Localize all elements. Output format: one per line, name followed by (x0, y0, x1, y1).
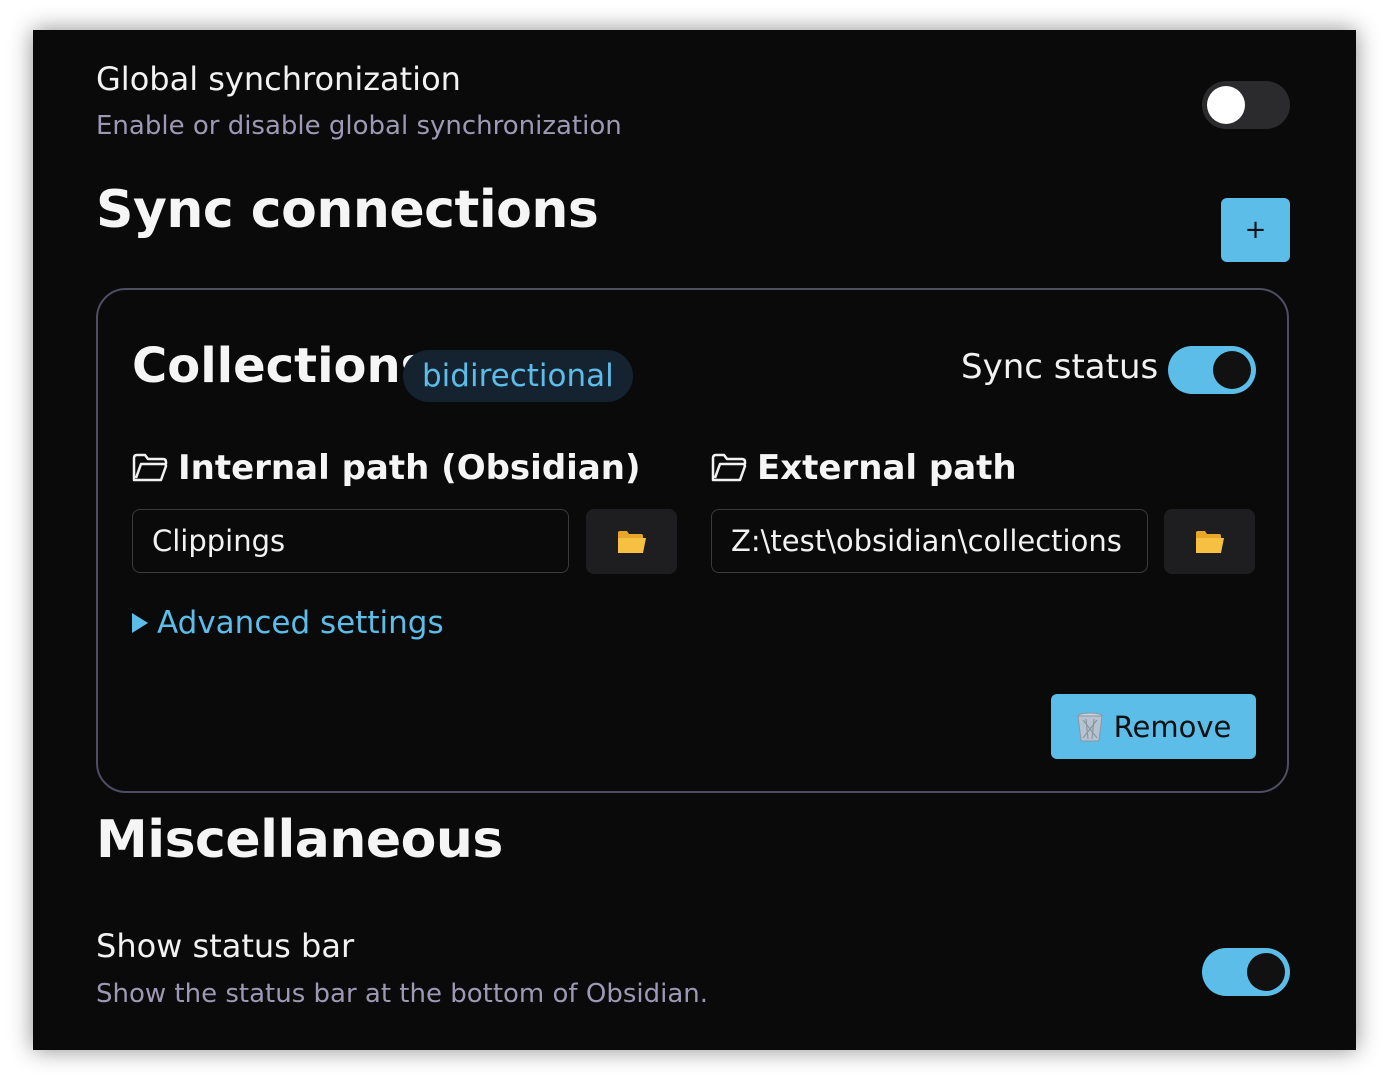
sync-status-label: Sync status (961, 347, 1159, 387)
misc-heading: Miscellaneous (96, 810, 503, 870)
folder-open-icon (1195, 530, 1224, 553)
sync-status-toggle[interactable] (1168, 346, 1256, 394)
external-path-input[interactable]: Z:\test\obsidian\collections (711, 509, 1148, 573)
advanced-settings-label: Advanced settings (157, 605, 444, 641)
connection-title: Collections (132, 338, 430, 394)
toggle-knob (1247, 953, 1285, 991)
internal-path-heading: Internal path (Obsidian) (132, 448, 641, 488)
internal-path-input[interactable]: Clippings (132, 509, 569, 573)
connection-card: Collections bidirectional Sync status In… (96, 288, 1289, 793)
global-sync-description: Enable or disable global synchronization (96, 111, 622, 141)
status-bar-setting-name: Show status bar (96, 927, 355, 965)
settings-panel: Global synchronization Enable or disable… (33, 30, 1356, 1050)
status-bar-toggle[interactable] (1202, 948, 1290, 996)
remove-label: Remove (1113, 709, 1232, 744)
triangle-right-icon (132, 613, 148, 633)
status-bar-setting-description: Show the status bar at the bottom of Obs… (96, 979, 708, 1009)
internal-path-label: Internal path (Obsidian) (178, 448, 641, 488)
toggle-knob (1213, 351, 1251, 389)
browse-external-path-button[interactable] (1164, 509, 1255, 574)
global-sync-name: Global synchronization (96, 60, 461, 98)
global-sync-toggle[interactable] (1202, 81, 1290, 129)
remove-connection-button[interactable]: Remove (1051, 694, 1256, 759)
folder-outline-icon (711, 453, 747, 482)
wastebasket-icon (1077, 712, 1103, 741)
browse-internal-path-button[interactable] (586, 509, 677, 574)
advanced-settings-toggle[interactable]: Advanced settings (131, 605, 444, 641)
direction-badge: bidirectional (403, 350, 633, 402)
folder-outline-icon (132, 453, 168, 482)
toggle-knob (1207, 86, 1245, 124)
folder-open-icon (617, 530, 646, 553)
external-path-label: External path (757, 448, 1017, 488)
sync-connections-heading: Sync connections (96, 180, 599, 240)
add-connection-button[interactable]: + (1221, 198, 1290, 262)
external-path-heading: External path (711, 448, 1017, 488)
